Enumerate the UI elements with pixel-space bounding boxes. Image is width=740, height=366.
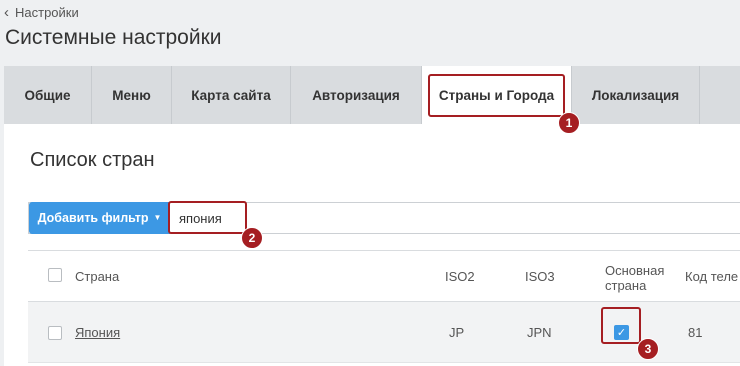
header-main-country-line2: страна [605, 278, 647, 293]
back-to-settings-link[interactable]: ‹ Настройки [4, 3, 79, 21]
header-phone-code[interactable]: Код теле [685, 269, 738, 284]
table-header: Страна ISO2 ISO3 Основная страна Код тел… [28, 250, 740, 302]
cell-phone-code: 81 [688, 325, 703, 340]
add-filter-label: Добавить фильтр [37, 211, 149, 225]
header-main-country-line1: Основная [605, 263, 665, 278]
chevron-left-icon: ‹ [4, 3, 9, 21]
select-all-checkbox[interactable] [48, 268, 62, 282]
header-country[interactable]: Страна [75, 269, 119, 284]
cell-iso2: JP [449, 325, 465, 340]
cell-iso3: JPN [527, 325, 552, 340]
back-link-label: Настройки [15, 5, 79, 20]
header-iso2[interactable]: ISO2 [445, 269, 475, 284]
step-marker-1: 1 [558, 112, 580, 134]
annotation-box-tab [428, 74, 565, 117]
annotation-box-filter [168, 201, 247, 234]
tab-localization[interactable]: Локализация [572, 66, 700, 124]
filter-bar: Добавить фильтр ▼ [28, 202, 740, 234]
tab-menu[interactable]: Меню [92, 66, 172, 124]
country-link[interactable]: Япония [75, 325, 120, 340]
add-filter-button[interactable]: Добавить фильтр ▼ [29, 202, 170, 234]
tab-general[interactable]: Общие [4, 66, 92, 124]
tab-authorization[interactable]: Авторизация [291, 66, 422, 124]
step-marker-3: 3 [637, 338, 659, 360]
settings-tabs: Общие Меню Карта сайта Авторизация Стран… [4, 66, 740, 124]
tab-sitemap[interactable]: Карта сайта [172, 66, 291, 124]
page-title: Системные настройки [5, 26, 222, 49]
header-iso3[interactable]: ISO3 [525, 269, 555, 284]
annotation-box-main-country [601, 307, 641, 344]
row-select-checkbox[interactable] [48, 326, 62, 340]
header-main-country[interactable]: Основная страна [605, 263, 675, 293]
section-title: Список стран [30, 149, 155, 171]
step-marker-2: 2 [241, 227, 263, 249]
caret-down-icon: ▼ [153, 213, 162, 222]
